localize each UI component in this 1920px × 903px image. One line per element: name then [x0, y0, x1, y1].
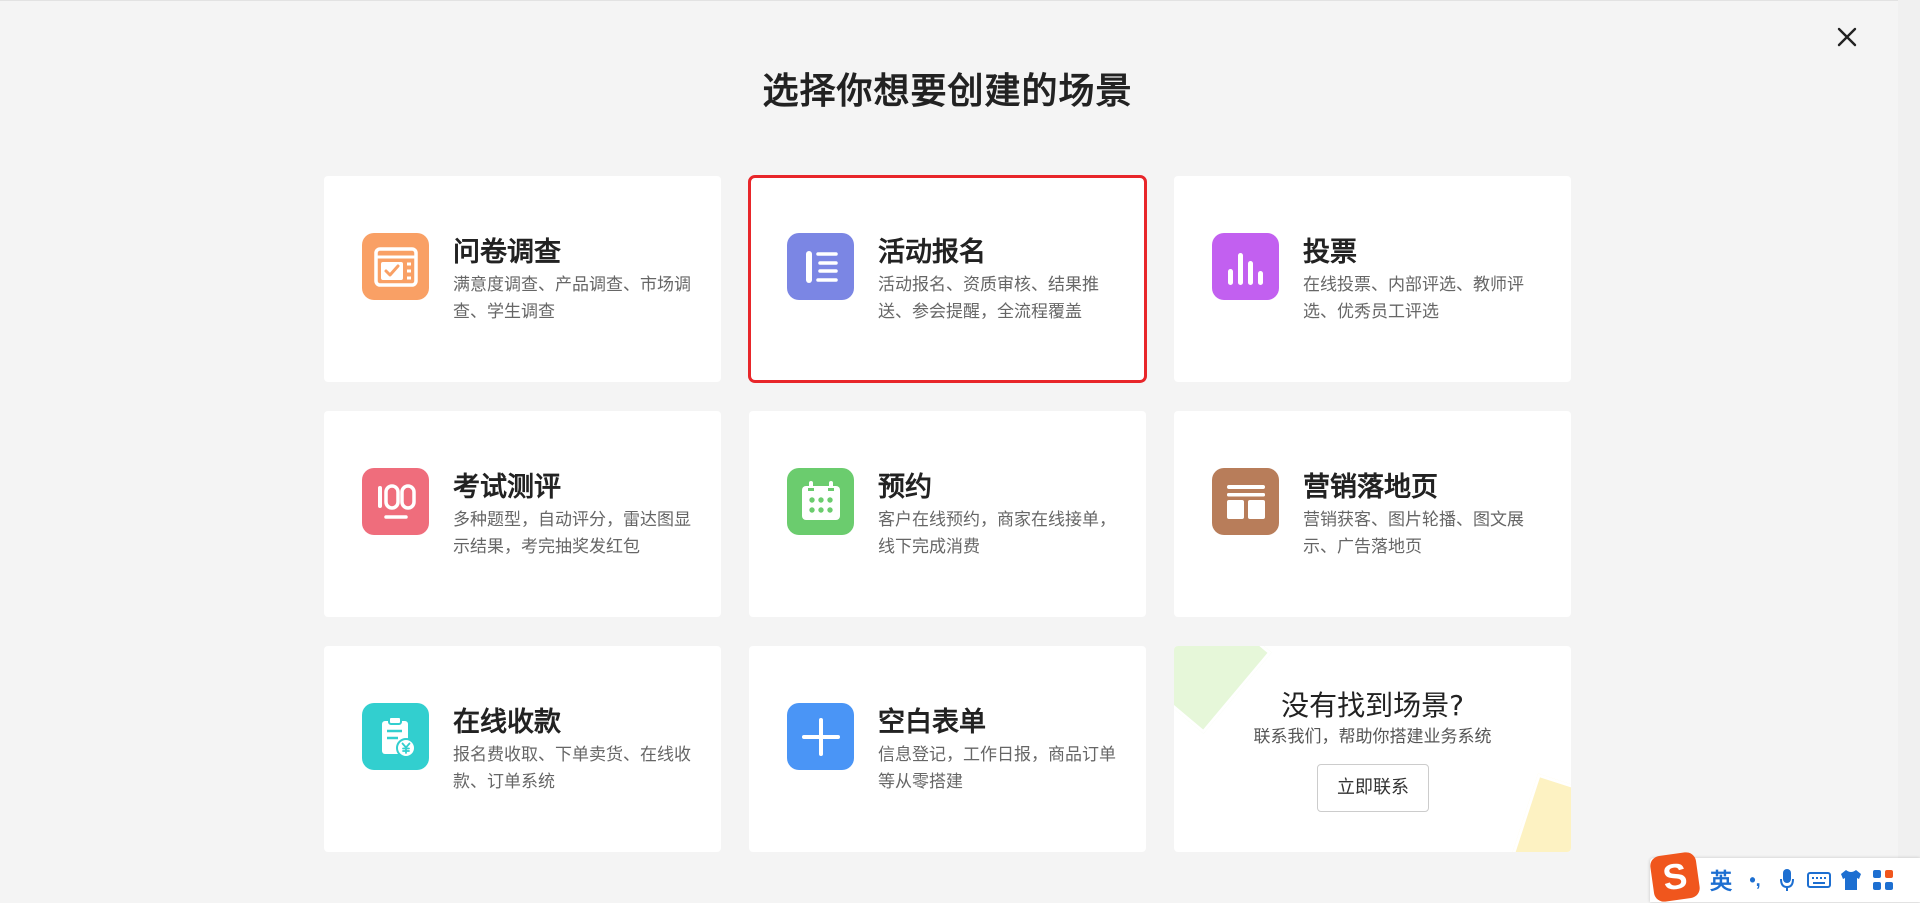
skin-shirt-icon[interactable] [1838, 867, 1864, 893]
receipt-yen-icon [362, 703, 429, 770]
scene-title: 在线收款 [453, 707, 561, 738]
ime-lang-toggle[interactable]: 英 [1708, 867, 1734, 894]
page-title: 选择你想要创建的场景 [762, 71, 1133, 112]
calendar-icon [787, 468, 854, 535]
decorative-shape [1502, 773, 1571, 852]
contact-subtitle: 联系我们，帮助你搭建业务系统 [1253, 727, 1492, 747]
scene-title: 营销落地页 [1303, 472, 1438, 503]
toolbox-grid-icon[interactable] [1870, 867, 1896, 893]
scene-card-blank[interactable]: 空白表单 信息登记，工作日报，商品订单等从零搭建 [749, 646, 1146, 852]
microphone-icon[interactable] [1776, 867, 1798, 893]
scene-desc: 营销获客、图片轮播、图文展示、广告落地页 [1303, 510, 1524, 557]
scene-title: 预约 [878, 472, 932, 503]
scene-card-booking[interactable]: 预约 客户在线预约，商家在线接单，线下完成消费 [749, 411, 1146, 617]
scrollbar[interactable] [1898, 0, 1920, 902]
score-100-icon [362, 468, 429, 535]
event-list-icon [787, 233, 854, 300]
scene-desc: 报名费收取、下单卖货、在线收款、订单系统 [453, 745, 691, 792]
scene-title: 考试测评 [453, 472, 561, 503]
close-icon[interactable] [1834, 24, 1860, 50]
scene-title: 投票 [1303, 237, 1357, 268]
contact-title: 没有找到场景? [1281, 689, 1464, 722]
scene-grid: 问卷调查 满意度调查、产品调查、市场调查、学生调查 活动报名 活动报名、资质审核… [324, 175, 1571, 852]
contact-card: 没有找到场景? 联系我们，帮助你搭建业务系统 立即联系 [1174, 646, 1571, 852]
scene-title: 活动报名 [878, 237, 986, 268]
scene-desc: 活动报名、资质审核、结果推送、参会提醒，全流程覆盖 [878, 275, 1099, 322]
plus-icon [787, 703, 854, 770]
keyboard-icon[interactable] [1806, 867, 1832, 893]
scene-card-event[interactable]: 活动报名 活动报名、资质审核、结果推送、参会提醒，全流程覆盖 [748, 175, 1147, 383]
contact-now-button[interactable]: 立即联系 [1317, 764, 1429, 812]
sogou-logo[interactable]: S [1649, 851, 1701, 903]
scene-card-survey[interactable]: 问卷调查 满意度调查、产品调查、市场调查、学生调查 [324, 176, 721, 382]
survey-check-icon [362, 233, 429, 300]
top-border [0, 0, 1920, 1]
scene-title: 问卷调查 [453, 237, 561, 268]
scene-desc: 多种题型，自动评分，雷达图显示结果，考完抽奖发红包 [453, 510, 691, 557]
scene-desc: 客户在线预约，商家在线接单，线下完成消费 [878, 510, 1116, 557]
scene-desc: 信息登记，工作日报，商品订单等从零搭建 [878, 745, 1116, 792]
scene-card-landing[interactable]: 营销落地页 营销获客、图片轮播、图文展示、广告落地页 [1174, 411, 1571, 617]
ime-toolbar: S 英 •, [1649, 851, 1920, 903]
ime-punct-toggle[interactable]: •, [1744, 867, 1766, 893]
scene-title: 空白表单 [878, 707, 986, 738]
scene-desc: 满意度调查、产品调查、市场调查、学生调查 [453, 275, 691, 322]
scene-card-vote[interactable]: 投票 在线投票、内部评选、教师评选、优秀员工评选 [1174, 176, 1571, 382]
bar-chart-icon [1212, 233, 1279, 300]
layout-page-icon [1212, 468, 1279, 535]
scene-card-payment[interactable]: 在线收款 报名费收取、下单卖货、在线收款、订单系统 [324, 646, 721, 852]
scene-desc: 在线投票、内部评选、教师评选、优秀员工评选 [1303, 275, 1524, 322]
scene-card-exam[interactable]: 考试测评 多种题型，自动评分，雷达图显示结果，考完抽奖发红包 [324, 411, 721, 617]
